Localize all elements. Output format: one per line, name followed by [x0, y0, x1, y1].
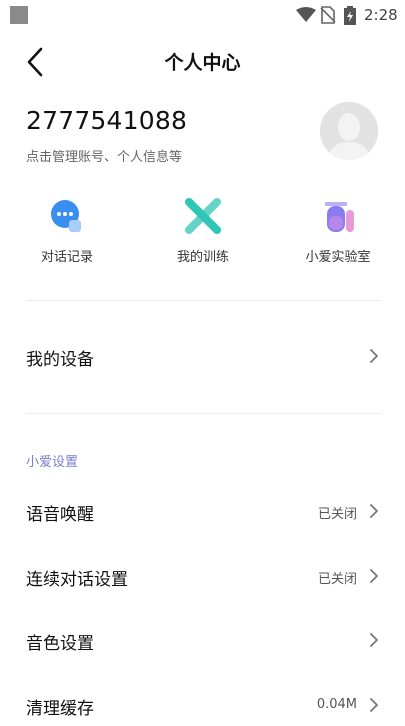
shortcut-chat-history[interactable]: 对话记录 — [12, 196, 122, 265]
row-label: 清理缓存 — [26, 699, 94, 719]
row-continuous-dialog[interactable]: 连续对话设置 已关闭 — [0, 557, 405, 597]
shortcut-label: 我的训练 — [176, 250, 229, 265]
chevron-right-icon — [370, 698, 378, 712]
divider — [26, 300, 381, 301]
wifi-icon — [296, 7, 316, 22]
default-avatar-icon — [320, 102, 378, 160]
row-value: 已关闭 — [317, 572, 357, 587]
lab-flask-icon — [318, 196, 358, 236]
chat-bubble-icon — [47, 196, 87, 236]
battery-charging-icon — [344, 6, 356, 25]
no-sim-icon — [320, 6, 336, 24]
account-id[interactable]: 2777541088 — [26, 106, 187, 135]
row-clear-cache[interactable]: 清理缓存 0.04M — [0, 686, 405, 726]
row-voice-timbre[interactable]: 音色设置 — [0, 621, 405, 661]
row-my-devices[interactable]: 我的设备 — [0, 337, 405, 377]
chevron-right-icon — [370, 504, 378, 518]
row-label: 音色设置 — [26, 634, 94, 654]
page-title: 个人中心 — [164, 52, 241, 74]
chevron-right-icon — [370, 633, 378, 647]
row-label: 连续对话设置 — [26, 570, 128, 590]
avatar[interactable] — [320, 102, 378, 160]
chevron-right-icon — [370, 569, 378, 583]
row-value: 0.04M — [316, 697, 357, 712]
shortcut-label: 对话记录 — [40, 250, 93, 265]
training-x-icon — [183, 196, 223, 236]
account-subtitle[interactable]: 点击管理账号、个人信息等 — [26, 146, 182, 165]
row-label: 语音唤醒 — [26, 505, 94, 525]
shortcut-xiaoai-lab[interactable]: 小爱实验室 — [283, 196, 393, 265]
shortcut-my-training[interactable]: 我的训练 — [148, 196, 258, 265]
notification-square-icon — [10, 6, 28, 24]
divider — [26, 413, 381, 414]
status-bar: 2:28 — [0, 0, 405, 32]
shortcut-label: 小爱实验室 — [305, 250, 371, 265]
chevron-right-icon — [370, 349, 378, 363]
row-label: 我的设备 — [26, 350, 94, 370]
row-value: 已关闭 — [317, 507, 357, 522]
row-voice-wakeup[interactable]: 语音唤醒 已关闭 — [0, 492, 405, 532]
status-time: 2:28 — [364, 6, 398, 24]
section-title-xiaoai-settings: 小爱设置 — [26, 455, 79, 470]
